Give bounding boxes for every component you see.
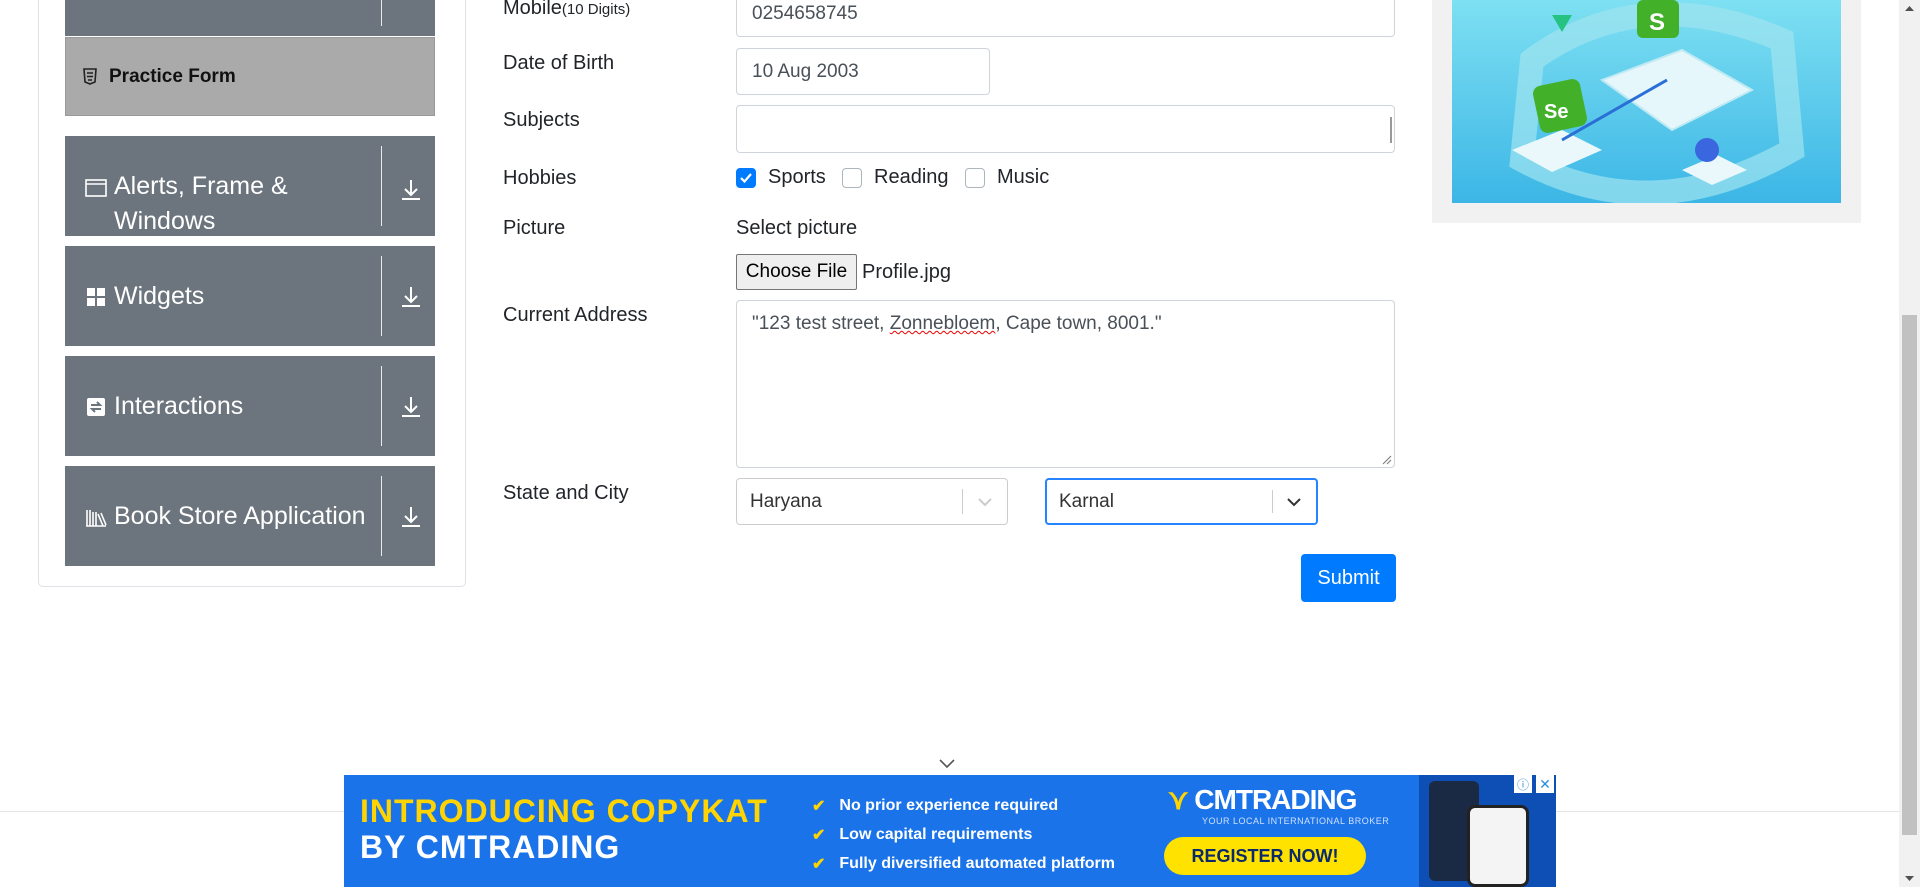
brand-mark-icon: ⋎ xyxy=(1168,784,1188,815)
hobby-music-checkbox[interactable]: Music xyxy=(965,166,1049,189)
sidebar-group-label: Interactions xyxy=(114,392,244,420)
sidebar-item-label: Practice Form xyxy=(109,66,236,87)
check-icon: ✔ xyxy=(812,797,826,815)
selenium-promo-image[interactable]: S Se xyxy=(1452,0,1841,203)
sidebar-item-practice-form[interactable]: Practice Form xyxy=(65,37,435,116)
sidebar-group-book-store[interactable]: Book Store Application xyxy=(65,466,435,566)
selenium-logo-right: S xyxy=(1637,0,1679,38)
hobby-label: Reading xyxy=(874,166,949,188)
date-of-birth-input[interactable]: 10 Aug 2003 xyxy=(736,48,990,95)
city-select[interactable]: Karnal xyxy=(1045,478,1318,525)
state-select[interactable]: Haryana xyxy=(736,478,1008,525)
download-arrow-icon[interactable] xyxy=(398,284,424,310)
ad-headline-line2: BY CMTRADING xyxy=(360,829,621,865)
group-divider xyxy=(381,256,382,336)
ad-headline-line1: INTRODUCING COPYKAT xyxy=(360,793,768,829)
page-scrollbar-thumb[interactable] xyxy=(1902,315,1917,835)
hobby-reading-checkbox[interactable]: Reading xyxy=(842,166,949,189)
current-address-label: Current Address xyxy=(503,304,648,326)
checkbox-unchecked[interactable] xyxy=(965,167,985,188)
picture-label: Picture xyxy=(503,217,566,239)
city-value: Karnal xyxy=(1059,490,1114,512)
sidebar-group-label: Book Store Application xyxy=(114,502,366,530)
state-city-label: State and City xyxy=(503,482,629,504)
choose-file-button[interactable]: Choose File xyxy=(736,254,857,290)
interactions-icon xyxy=(87,398,105,416)
cmtrading-ad-banner[interactable]: INTRODUCING COPYKAT BY CMTRADING ✔ No pri… xyxy=(344,775,1556,887)
state-value: Haryana xyxy=(750,490,822,512)
ad-bullet: ✔ Fully diversified automated platform xyxy=(812,854,1116,873)
svg-text:Se: Se xyxy=(1544,101,1568,123)
check-icon xyxy=(740,172,752,183)
sidebar-group-widgets[interactable]: Widgets xyxy=(65,246,435,346)
mobile-label: Mobile(10 Digits) xyxy=(503,0,631,19)
hobby-label: Music xyxy=(997,166,1050,188)
chevron-down-icon[interactable] xyxy=(974,491,996,513)
select-separator xyxy=(1272,490,1273,513)
select-picture-label: Select picture xyxy=(736,217,858,239)
sidebar-group-label: Widgets xyxy=(114,282,205,310)
submit-button[interactable]: Submit xyxy=(1301,554,1396,602)
svg-text:S: S xyxy=(1649,9,1665,36)
scroll-down-arrow-icon[interactable] xyxy=(1904,875,1915,883)
sidebar-group-alerts-frame-windows[interactable]: Alerts, Frame & Windows xyxy=(65,136,435,236)
file-name: Profile.jpg xyxy=(862,261,951,283)
select-separator xyxy=(962,489,963,514)
check-icon: ✔ xyxy=(812,826,826,844)
sidebar-group-forms[interactable] xyxy=(65,0,435,36)
window-icon xyxy=(85,179,107,197)
ad-collapse-chevron-icon[interactable] xyxy=(937,756,957,770)
ad-bullet: ✔ Low capital requirements xyxy=(812,825,1033,844)
address-misspelled-word: Zonnebloem xyxy=(889,313,996,334)
selenium-logo-left: Se xyxy=(1533,79,1587,133)
group-divider xyxy=(381,146,382,226)
hobby-sports-checkbox[interactable]: Sports xyxy=(736,166,826,189)
group-divider xyxy=(381,476,382,556)
resize-grip-icon[interactable] xyxy=(1382,455,1392,465)
ad-info-icon[interactable]: ⓘ xyxy=(1514,775,1532,793)
chevron-down-icon[interactable] xyxy=(1283,491,1305,513)
ad-bullet-list: ✔ No prior experience required ✔ Low capit… xyxy=(812,791,1115,878)
dob-label: Date of Birth xyxy=(503,52,615,74)
mobile-value: 0254658745 xyxy=(752,2,858,24)
download-arrow-icon[interactable] xyxy=(398,394,424,420)
mobile-hint: (10 Digits) xyxy=(561,1,631,18)
mobile-input[interactable]: 0254658745 xyxy=(736,0,1395,37)
checkbox-unchecked[interactable] xyxy=(842,167,862,188)
hobby-label: Sports xyxy=(768,166,826,188)
ad-register-button[interactable]: REGISTER NOW! xyxy=(1164,837,1366,875)
hobbies-label: Hobbies xyxy=(503,167,577,189)
selenium-illustration: S Se xyxy=(1509,0,1805,203)
phone-front xyxy=(1467,805,1529,887)
html5-icon xyxy=(83,68,97,85)
scroll-up-arrow-icon[interactable] xyxy=(1904,4,1915,12)
download-arrow-icon[interactable] xyxy=(398,504,424,530)
address-text-end: , Cape town, 8001." xyxy=(995,313,1162,334)
group-divider xyxy=(381,366,382,446)
sidebar-group-label: Alerts, Frame & xyxy=(114,172,288,200)
sidebar-group-interactions[interactable]: Interactions xyxy=(65,356,435,456)
checkbox-checked[interactable] xyxy=(736,167,756,188)
ad-brand-name: ⋎ CMTRADING xyxy=(1168,784,1357,815)
ad-tagline: YOUR LOCAL INTERNATIONAL BROKER xyxy=(1202,816,1390,826)
books-icon xyxy=(86,510,107,527)
check-icon: ✔ xyxy=(812,855,826,873)
download-arrow-icon[interactable] xyxy=(398,177,424,203)
widgets-icon xyxy=(87,288,105,306)
ad-bullet: ✔ No prior experience required xyxy=(812,796,1059,815)
subjects-input[interactable] xyxy=(736,105,1395,153)
ad-close-icon[interactable]: ✕ xyxy=(1536,775,1554,793)
subjects-label: Subjects xyxy=(503,109,580,131)
dob-value: 10 Aug 2003 xyxy=(752,60,859,82)
group-divider xyxy=(381,0,382,26)
sidebar-group-label-line2: Windows xyxy=(114,207,216,235)
text-caret xyxy=(1390,117,1392,143)
current-address-textarea[interactable]: "123 test street, Zonnebloem, Cape town,… xyxy=(736,300,1395,468)
ad-brand-logo: ⋎ CMTRADING YOUR LOCAL INTERNATIONAL BRO… xyxy=(1168,783,1389,826)
address-text: "123 test street, xyxy=(752,313,890,334)
